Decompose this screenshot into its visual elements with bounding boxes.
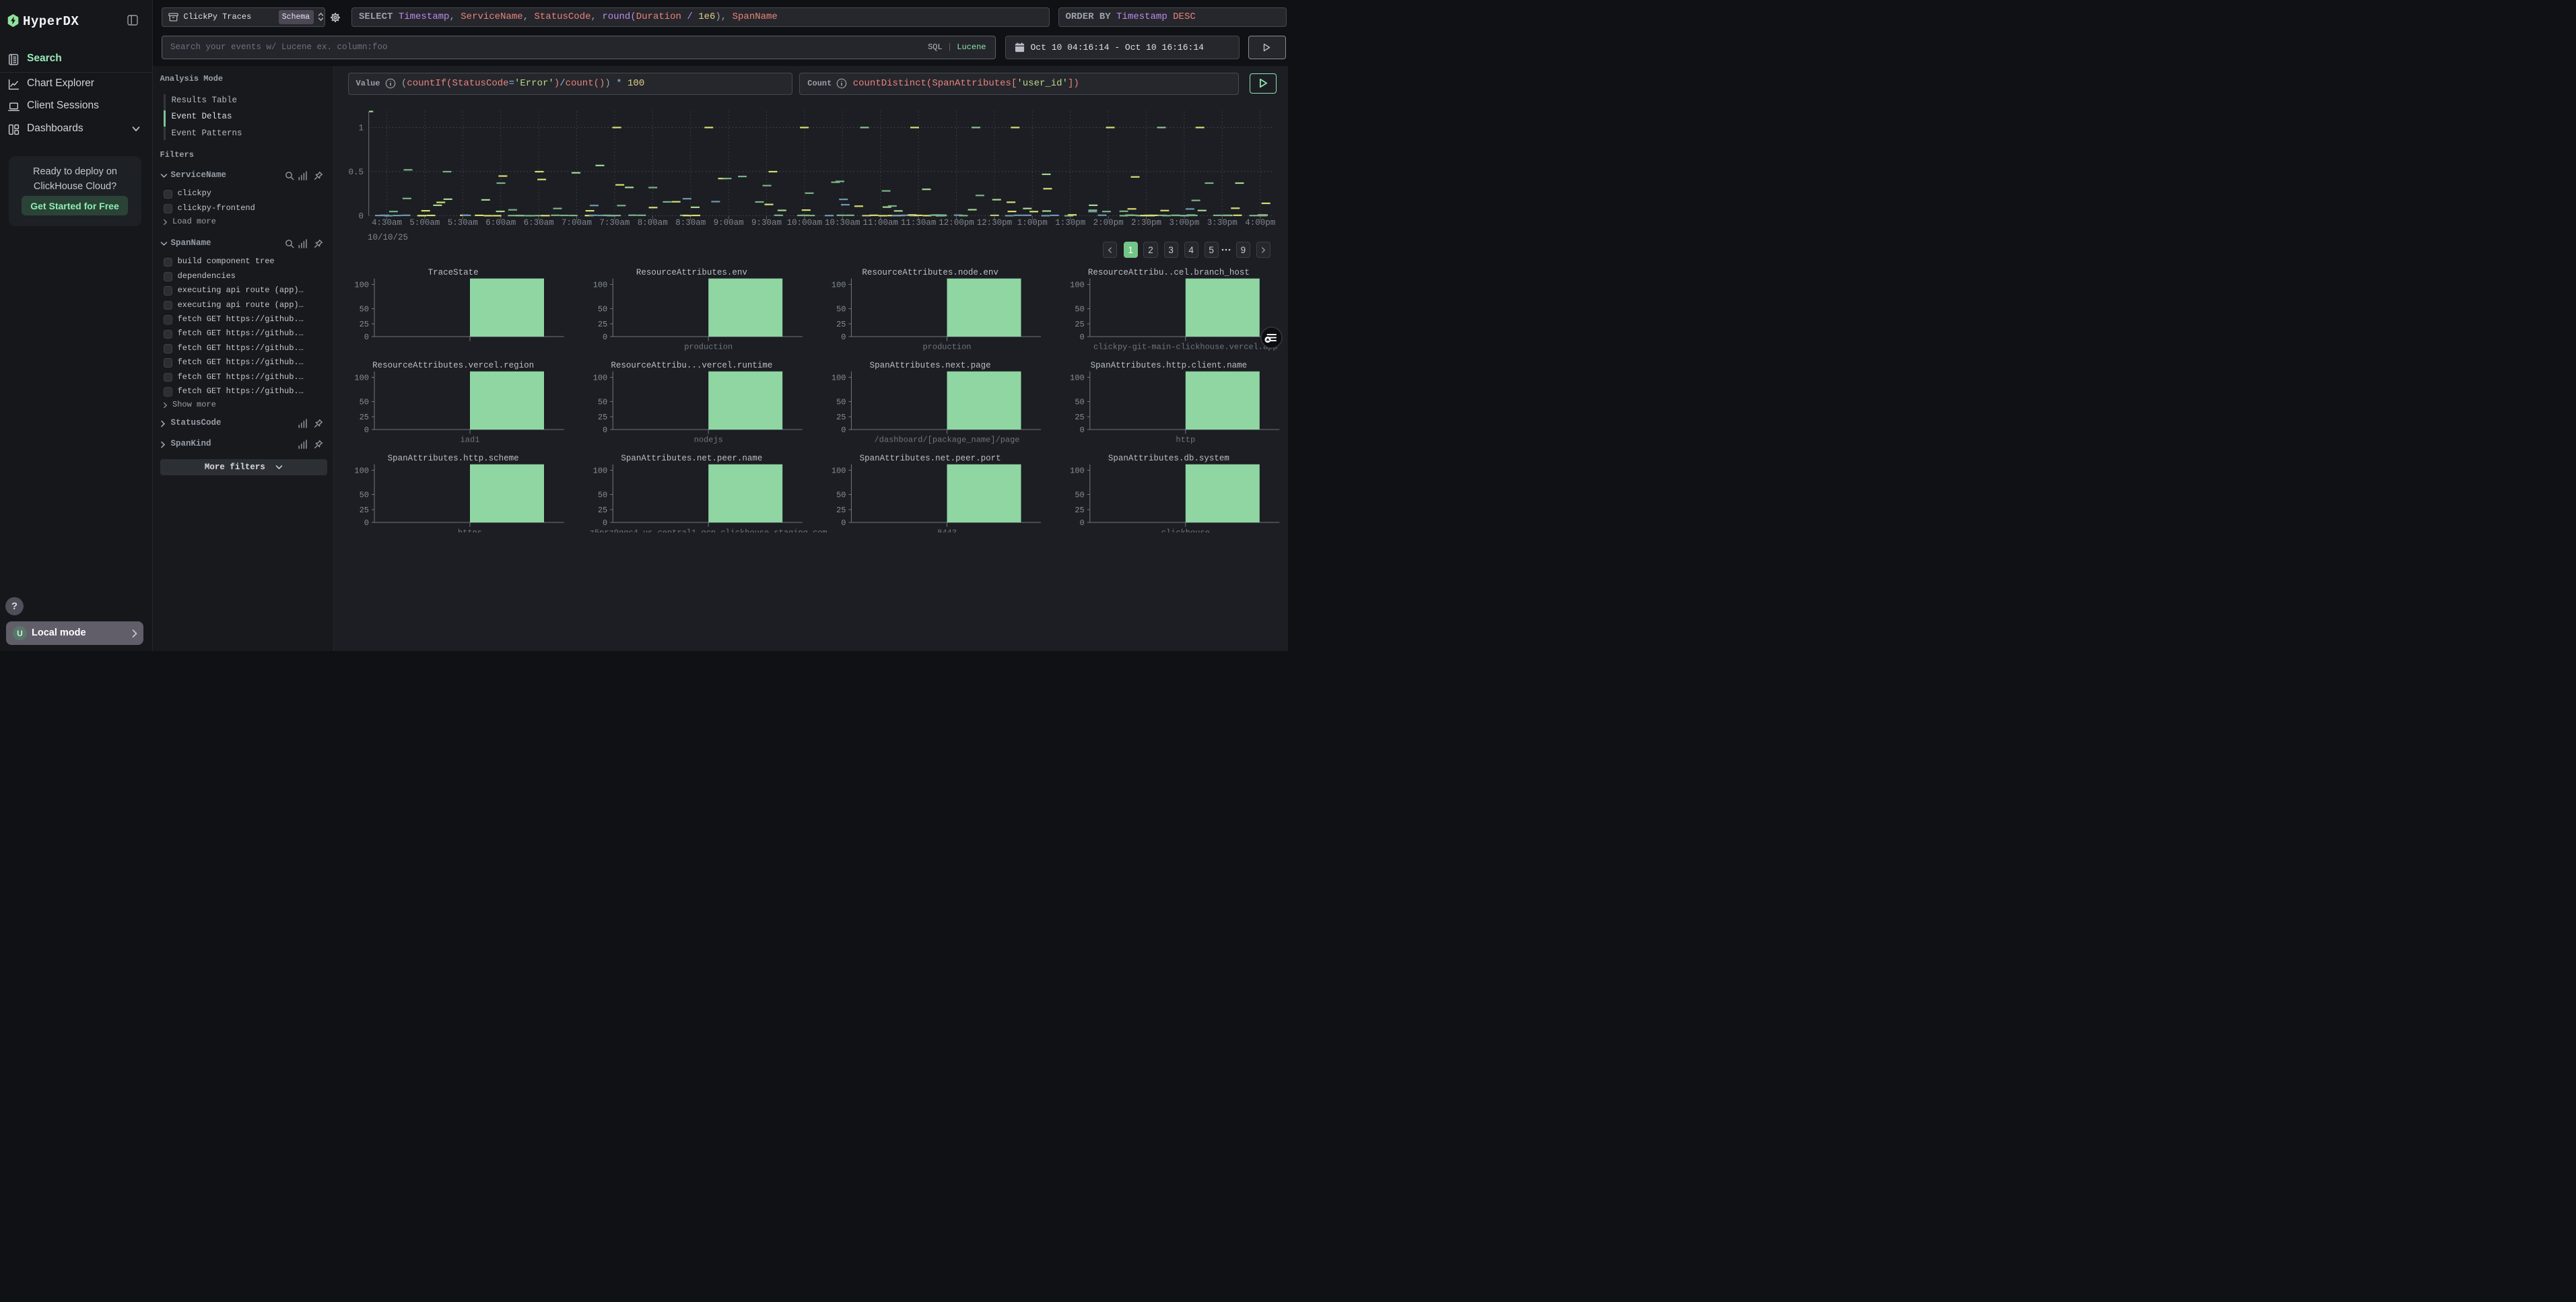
- svg-text:iad1: iad1: [461, 436, 480, 445]
- svg-text:/dashboard/[package_name]/page: /dashboard/[package_name]/page: [874, 436, 1019, 445]
- svg-text:100: 100: [1070, 281, 1085, 290]
- svg-text:production: production: [684, 343, 733, 352]
- svg-text:0: 0: [841, 425, 846, 435]
- svg-text:100: 100: [1070, 374, 1085, 383]
- svg-text:SpanAttributes.next.page: SpanAttributes.next.page: [870, 361, 991, 370]
- svg-text:ResourceAttribu...vercel.runti: ResourceAttribu...vercel.runtime: [611, 361, 772, 370]
- svg-text:100: 100: [832, 467, 846, 476]
- svg-text:1: 1: [358, 123, 364, 133]
- svg-text:25: 25: [598, 320, 607, 329]
- svg-text:SpanAttributes.net.peer.name: SpanAttributes.net.peer.name: [621, 454, 762, 463]
- svg-text:5:00am: 5:00am: [409, 218, 440, 228]
- svg-text:0: 0: [1080, 333, 1085, 342]
- svg-text:0: 0: [1080, 425, 1085, 435]
- svg-text:7:30am: 7:30am: [599, 218, 630, 228]
- svg-text:11:00am: 11:00am: [862, 218, 898, 228]
- svg-text:http: http: [1176, 436, 1195, 445]
- svg-text:ResourceAttributes.env: ResourceAttributes.env: [636, 268, 748, 277]
- svg-text:25: 25: [1075, 320, 1084, 329]
- svg-text:clickpy-git-main-clickhouse.ve: clickpy-git-main-clickhouse.vercel.app: [1093, 343, 1278, 352]
- svg-text:100: 100: [832, 281, 846, 290]
- svg-text:12:00pm: 12:00pm: [939, 218, 974, 228]
- svg-text:100: 100: [593, 467, 608, 476]
- svg-text:SpanAttributes.http.client.nam: SpanAttributes.http.client.name: [1091, 361, 1248, 370]
- svg-text:25: 25: [1075, 506, 1084, 515]
- svg-text:10:30am: 10:30am: [825, 218, 860, 228]
- svg-text:nodejs: nodejs: [694, 436, 723, 445]
- svg-text:2:30pm: 2:30pm: [1131, 218, 1161, 228]
- svg-text:10/10/25: 10/10/25: [368, 233, 408, 242]
- svg-text:0.5: 0.5: [348, 168, 364, 177]
- svg-text:0: 0: [603, 425, 607, 435]
- svg-text:100: 100: [593, 374, 608, 383]
- svg-text:50: 50: [598, 491, 607, 500]
- svg-text:25: 25: [360, 413, 369, 422]
- svg-text:0: 0: [364, 333, 369, 342]
- svg-text:50: 50: [360, 305, 369, 314]
- svg-text:50: 50: [836, 305, 846, 314]
- svg-text:ResourceAttribu..cel.branch_ho: ResourceAttribu..cel.branch_host: [1088, 268, 1250, 277]
- svg-text:25: 25: [836, 320, 846, 329]
- svg-text:50: 50: [598, 398, 607, 407]
- svg-text:3:00pm: 3:00pm: [1169, 218, 1199, 228]
- svg-text:25: 25: [360, 506, 369, 515]
- svg-text:SpanAttributes.net.peer.port: SpanAttributes.net.peer.port: [860, 454, 1001, 463]
- svg-text:100: 100: [354, 281, 369, 290]
- svg-text:1:30pm: 1:30pm: [1055, 218, 1085, 228]
- svg-text:1:00pm: 1:00pm: [1017, 218, 1048, 228]
- svg-text:0: 0: [841, 518, 846, 528]
- svg-text:z5prz9ggc4.us-central1.gcp.cli: z5prz9ggc4.us-central1.gcp.clickhouse-st…: [590, 528, 827, 533]
- svg-text:100: 100: [354, 374, 369, 383]
- svg-text:25: 25: [836, 506, 846, 515]
- svg-text:6:30am: 6:30am: [524, 218, 554, 228]
- svg-text:100: 100: [1070, 467, 1085, 476]
- svg-text:12:30pm: 12:30pm: [977, 218, 1013, 228]
- svg-text:25: 25: [598, 413, 607, 422]
- svg-text:0: 0: [358, 212, 364, 221]
- svg-text:9:30am: 9:30am: [751, 218, 782, 228]
- svg-text:0: 0: [1080, 518, 1085, 528]
- svg-text:https: https: [458, 528, 482, 533]
- svg-text:6:00am: 6:00am: [485, 218, 516, 228]
- svg-text:50: 50: [1075, 398, 1084, 407]
- svg-text:production: production: [922, 343, 971, 352]
- svg-text:SpanAttributes.db.system: SpanAttributes.db.system: [1108, 454, 1229, 463]
- svg-text:8:30am: 8:30am: [675, 218, 706, 228]
- svg-text:7:00am: 7:00am: [562, 218, 592, 228]
- svg-text:ResourceAttributes.vercel.regi: ResourceAttributes.vercel.region: [372, 361, 534, 370]
- svg-text:25: 25: [836, 413, 846, 422]
- svg-text:50: 50: [1075, 305, 1084, 314]
- svg-text:100: 100: [354, 467, 369, 476]
- svg-text:0: 0: [603, 518, 607, 528]
- svg-text:0: 0: [603, 333, 607, 342]
- svg-text:100: 100: [832, 374, 846, 383]
- svg-text:50: 50: [360, 398, 369, 407]
- svg-text:5:30am: 5:30am: [448, 218, 478, 228]
- svg-text:8443: 8443: [937, 528, 957, 533]
- svg-text:SpanAttributes.http.scheme: SpanAttributes.http.scheme: [388, 454, 519, 463]
- svg-text:0: 0: [364, 518, 369, 528]
- svg-text:50: 50: [836, 491, 846, 500]
- svg-text:clickhouse: clickhouse: [1161, 528, 1210, 533]
- svg-text:ResourceAttributes.node.env: ResourceAttributes.node.env: [862, 268, 998, 277]
- svg-text:25: 25: [1075, 413, 1084, 422]
- svg-text:3:30pm: 3:30pm: [1207, 218, 1238, 228]
- svg-text:8:00am: 8:00am: [638, 218, 668, 228]
- svg-text:0: 0: [364, 425, 369, 435]
- svg-text:50: 50: [360, 491, 369, 500]
- svg-text:50: 50: [836, 398, 846, 407]
- svg-text:25: 25: [598, 506, 607, 515]
- svg-text:50: 50: [598, 305, 607, 314]
- svg-text:25: 25: [360, 320, 369, 329]
- svg-text:0: 0: [841, 333, 846, 342]
- svg-text:4:30am: 4:30am: [372, 218, 402, 228]
- svg-text:9:00am: 9:00am: [714, 218, 744, 228]
- svg-text:4:00pm: 4:00pm: [1245, 218, 1275, 228]
- svg-text:TraceState: TraceState: [428, 268, 479, 277]
- svg-text:11:30am: 11:30am: [901, 218, 937, 228]
- svg-text:10:00am: 10:00am: [787, 218, 823, 228]
- svg-text:50: 50: [1075, 491, 1084, 500]
- svg-text:100: 100: [593, 281, 608, 290]
- svg-text:2:00pm: 2:00pm: [1093, 218, 1124, 228]
